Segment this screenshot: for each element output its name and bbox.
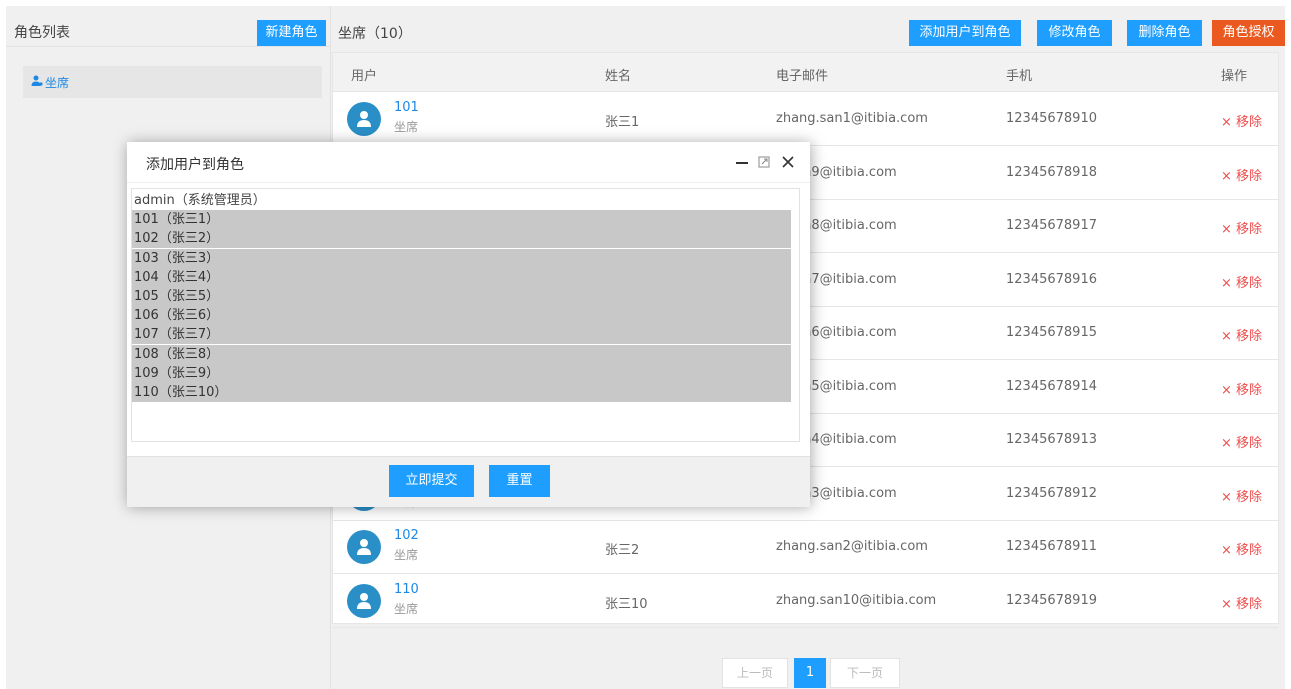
dialog-footer: 立即提交 重置: [127, 456, 810, 507]
user-multi-select[interactable]: admin（系统管理员） 101（张三1） 102（张三2） 103（张三3） 104（…: [131, 188, 800, 442]
user-role-text: 坐席: [394, 548, 419, 562]
role-item-agent[interactable]: 坐席: [23, 66, 322, 98]
select-option[interactable]: 108（张三8）: [132, 344, 791, 364]
close-icon[interactable]: [780, 154, 796, 170]
user-icon: [357, 592, 371, 609]
user-email: zhang.san1@itibia.com: [776, 111, 928, 126]
remove-link[interactable]: × 移除: [1221, 432, 1262, 451]
avatar: [347, 530, 381, 564]
select-option[interactable]: 106（张三6）: [132, 306, 791, 326]
select-option[interactable]: 105（张三5）: [132, 287, 791, 306]
table-row: 102 坐席 张三2 zhang.san2@itibia.com 1234567…: [333, 520, 1278, 574]
select-option[interactable]: 101（张三1）: [132, 210, 791, 230]
user-id-link[interactable]: 110: [394, 582, 419, 597]
user-phone: 12345678916: [1006, 271, 1097, 287]
col-name: 姓名: [605, 69, 632, 84]
submit-button[interactable]: 立即提交: [389, 465, 474, 497]
role-members-title: 坐席（10）: [338, 26, 412, 42]
user-email: zhang.san2@itibia.com: [776, 539, 928, 554]
user-name: 张三2: [605, 543, 640, 558]
col-phone: 手机: [1006, 69, 1033, 84]
select-option[interactable]: 102（张三2）: [132, 229, 791, 249]
pager-page-1[interactable]: 1: [794, 658, 826, 688]
user-email: zhang.san10@itibia.com: [776, 592, 937, 608]
remove-link[interactable]: × 移除: [1221, 539, 1262, 558]
select-option[interactable]: 103（张三3）: [132, 248, 791, 268]
remove-link[interactable]: × 移除: [1221, 593, 1262, 612]
remove-link[interactable]: × 移除: [1221, 218, 1262, 237]
grant-role-button[interactable]: 角色授权: [1212, 20, 1285, 46]
user-phone: 12345678913: [1006, 432, 1097, 447]
add-user-dialog: 添加用户到角色 admin（系统管理员） 101（张三1） 102（张三2） 103（…: [127, 142, 810, 507]
user-phone: 12345678917: [1006, 218, 1097, 233]
user-name: 张三1: [605, 115, 640, 130]
avatar: [347, 102, 381, 136]
select-option[interactable]: 104（张三4）: [132, 267, 791, 287]
table-row: 110 坐席 张三10 zhang.san10@itibia.com 12345…: [333, 574, 1278, 628]
avatar: [347, 583, 381, 618]
maximize-icon[interactable]: [756, 154, 772, 170]
col-op: 操作: [1221, 69, 1248, 84]
remove-link[interactable]: × 移除: [1221, 272, 1262, 291]
user-phone: 12345678912: [1006, 485, 1097, 501]
minimize-icon[interactable]: [734, 154, 750, 170]
user-phone: 12345678910: [1006, 111, 1097, 126]
user-phone: 12345678914: [1006, 378, 1097, 394]
user-icon: [357, 111, 371, 127]
col-email: 电子邮件: [776, 69, 829, 84]
new-role-button[interactable]: 新建角色: [257, 20, 326, 46]
role-list-header: 角色列表 新建角色: [6, 6, 330, 47]
user-phone: 12345678918: [1006, 164, 1097, 180]
user-name: 张三10: [605, 596, 648, 612]
table-header: 用户 姓名 电子邮件 手机 操作: [333, 53, 1278, 92]
user-role-text: 坐席: [394, 120, 419, 134]
remove-link[interactable]: × 移除: [1221, 325, 1262, 344]
remove-link[interactable]: × 移除: [1221, 379, 1262, 398]
delete-role-button[interactable]: 删除角色: [1127, 20, 1202, 46]
col-user: 用户: [351, 69, 378, 84]
select-option[interactable]: admin（系统管理员）: [132, 191, 791, 210]
table-row: 101 坐席 张三1 zhang.san1@itibia.com 1234567…: [333, 92, 1278, 146]
select-option[interactable]: 110（张三10）: [132, 383, 791, 402]
user-id-link[interactable]: 101: [394, 100, 419, 115]
edit-role-button[interactable]: 修改角色: [1037, 20, 1112, 46]
user-group-icon: [31, 75, 43, 86]
user-phone: 12345678915: [1006, 325, 1097, 340]
add-user-to-role-button[interactable]: 添加用户到角色: [909, 20, 1021, 46]
dialog-title: 添加用户到角色: [146, 157, 244, 173]
role-members-header: 坐席（10） 添加用户到角色 修改角色 删除角色 角色授权: [332, 6, 1285, 46]
user-id-link[interactable]: 102: [394, 528, 419, 543]
reset-button[interactable]: 重置: [489, 465, 550, 497]
select-option[interactable]: 107（张三7）: [132, 325, 791, 345]
user-phone: 12345678919: [1006, 592, 1097, 608]
role-item-label: 坐席: [45, 76, 70, 90]
remove-link[interactable]: × 移除: [1221, 111, 1262, 130]
remove-link[interactable]: × 移除: [1221, 486, 1262, 505]
user-phone: 12345678911: [1006, 539, 1097, 554]
role-list-title: 角色列表: [14, 25, 70, 41]
select-option[interactable]: 109（张三9）: [132, 363, 791, 383]
dialog-header: 添加用户到角色: [127, 142, 810, 183]
pager-next-button[interactable]: 下一页: [830, 658, 900, 688]
user-role-text: 坐席: [394, 601, 419, 616]
remove-link[interactable]: × 移除: [1221, 165, 1262, 184]
pager-prev-button[interactable]: 上一页: [722, 658, 788, 688]
user-icon: [357, 539, 371, 555]
